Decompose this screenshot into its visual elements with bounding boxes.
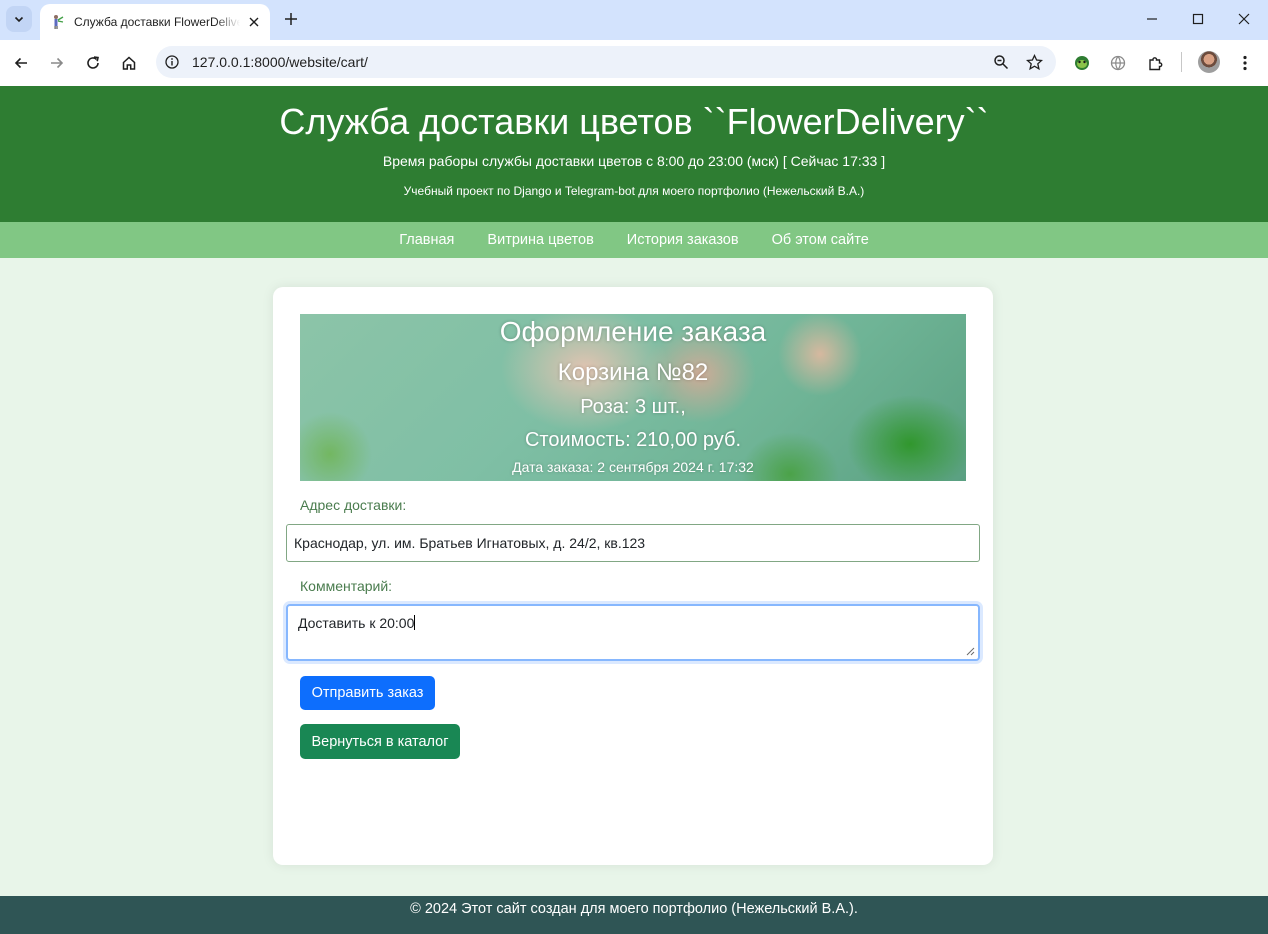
order-summary-banner: Оформление заказа Корзина №82 Роза: 3 шт…	[300, 314, 966, 481]
more-menu-icon[interactable]	[1234, 52, 1256, 74]
browser-tab-bar: Служба доставки FlowerDelivery	[0, 0, 1268, 40]
project-note: Учебный проект по Django и Telegram-bot …	[403, 184, 865, 198]
site-info-icon[interactable]	[162, 52, 182, 72]
extension-globe-icon[interactable]	[1107, 52, 1129, 74]
chevron-down-icon	[14, 16, 24, 23]
comment-label: Комментарий:	[300, 578, 393, 594]
browser-toolbar: 127.0.0.1:8000/website/cart/	[0, 40, 1268, 86]
order-date: Дата заказа: 2 сентября 2024 г. 17:32	[512, 459, 754, 475]
order-heading: Оформление заказа	[499, 316, 767, 347]
home-button[interactable]	[117, 51, 141, 75]
back-button[interactable]	[9, 51, 33, 75]
cart-items: Роза: 3 шт.,	[580, 396, 686, 418]
nav-link-about[interactable]: Об этом сайте	[772, 232, 869, 248]
home-icon	[122, 56, 136, 70]
maximize-window-button[interactable]	[1186, 8, 1210, 30]
new-tab-button[interactable]	[280, 8, 302, 30]
text-caret	[414, 615, 416, 630]
site-title: Служба доставки цветов ``FlowerDelivery`…	[279, 101, 989, 142]
site-header: Служба доставки цветов ``FlowerDelivery`…	[0, 86, 1268, 222]
submit-order-button[interactable]: Отправить заказ	[300, 676, 435, 710]
order-cost: Стоимость: 210,00 руб.	[524, 429, 742, 451]
order-card: Оформление заказа Корзина №82 Роза: 3 шт…	[273, 287, 993, 865]
nav-link-order-history[interactable]: История заказов	[627, 232, 739, 248]
bookmark-star-icon[interactable]	[1023, 51, 1045, 73]
reload-icon	[87, 56, 99, 69]
resize-handle-icon[interactable]	[966, 647, 975, 656]
tab-search-button[interactable]	[6, 6, 32, 32]
comment-textarea[interactable]: Доставить к 20:00	[286, 604, 980, 661]
comment-text: Доставить к 20:00	[298, 615, 415, 631]
forward-button[interactable]	[45, 51, 69, 75]
maximize-icon	[1192, 13, 1204, 25]
arrow-left-icon	[14, 57, 27, 69]
back-to-catalog-button[interactable]: Вернуться в каталог	[300, 724, 460, 759]
site-footer: © 2024 Этот сайт создан для моего портфо…	[0, 896, 1268, 934]
url-text[interactable]: 127.0.0.1:8000/website/cart/	[192, 54, 990, 70]
working-hours-text: Время раборы службы доставки цветов с 8:…	[382, 153, 886, 169]
cart-number: Корзина №82	[557, 359, 709, 386]
address-bar[interactable]: 127.0.0.1:8000/website/cart/	[156, 46, 1056, 78]
tab-title: Служба доставки FlowerDelivery	[74, 15, 240, 29]
extension-frog-icon[interactable]	[1071, 52, 1093, 74]
toolbar-separator	[1181, 52, 1182, 72]
close-tab-icon[interactable]	[246, 14, 262, 30]
main-navigation: Главная Витрина цветов История заказов О…	[0, 222, 1268, 258]
close-icon	[1238, 13, 1250, 25]
nav-link-home[interactable]: Главная	[399, 232, 454, 248]
profile-avatar[interactable]	[1198, 51, 1220, 73]
zoom-icon[interactable]	[990, 51, 1012, 73]
site-favicon-icon	[50, 14, 66, 30]
arrow-right-icon	[51, 57, 64, 69]
minimize-icon	[1147, 18, 1157, 20]
nav-link-catalog[interactable]: Витрина цветов	[487, 232, 593, 248]
browser-tab-active[interactable]: Служба доставки FlowerDelivery	[40, 4, 270, 40]
plus-icon	[285, 13, 297, 25]
reload-button[interactable]	[81, 51, 105, 75]
address-label: Адрес доставки:	[300, 497, 407, 513]
address-input[interactable]: Краснодар, ул. им. Братьев Игнатовых, д.…	[286, 524, 980, 562]
minimize-window-button[interactable]	[1140, 8, 1164, 30]
extensions-puzzle-icon[interactable]	[1144, 52, 1166, 74]
close-window-button[interactable]	[1232, 8, 1256, 30]
